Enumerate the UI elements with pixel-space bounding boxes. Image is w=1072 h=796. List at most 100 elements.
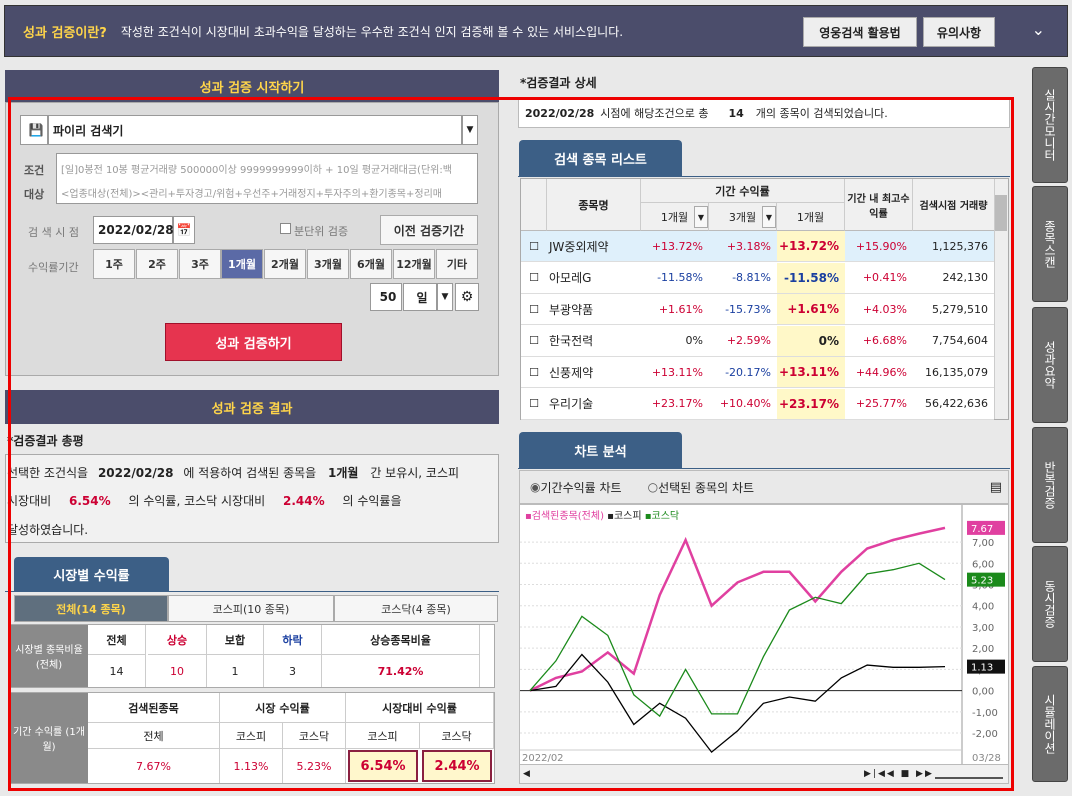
kosdaq-excess: 2.44% <box>283 494 325 508</box>
chart-options: ◉ 기간수익률 차트 ○ 선택된 종목의 차트 ▤ <box>519 470 1009 504</box>
row-checkbox[interactable]: ☐ <box>521 231 547 262</box>
run-verify-button[interactable]: 성과 검증하기 <box>165 323 342 361</box>
period-button-2[interactable]: 2주 <box>136 249 178 279</box>
y-tick-label: 2,00 <box>972 644 994 655</box>
side-tab-6[interactable]: 시뮬레이션 <box>1032 666 1068 782</box>
stock-return: -20.17% <box>709 357 777 388</box>
period-button-8[interactable]: 12개월 <box>393 249 435 279</box>
stock-return: +25.77% <box>845 388 913 420</box>
days-dropdown-icon[interactable]: ▼ <box>437 283 453 311</box>
summary-date: 2022/02/28 <box>97 466 174 480</box>
stock-name[interactable]: 신풍제약 <box>547 357 641 388</box>
side-tab-3[interactable]: 성과요약 <box>1032 307 1068 423</box>
row-checkbox[interactable]: ☐ <box>521 294 547 325</box>
subtab-all[interactable]: 전체(14 종목) <box>14 595 168 622</box>
guide-button[interactable]: 영웅검색 활용법 <box>803 17 917 47</box>
side-tab-1[interactable]: 실시간모니터 <box>1032 67 1068 183</box>
chart-menu-icon[interactable]: ▤ <box>990 480 1002 495</box>
stock-return: +13.11% <box>641 357 709 388</box>
ratio-value: 1 <box>207 655 264 687</box>
days-input[interactable]: 50 <box>370 283 402 311</box>
minute-checkbox[interactable] <box>280 223 291 234</box>
stock-return: +6.68% <box>845 325 913 357</box>
stock-return: +3.18% <box>709 231 777 262</box>
subtab-kosdaq[interactable]: 코스닥(4 종목) <box>334 595 498 622</box>
collapse-chevron-icon[interactable]: ⌄ <box>1032 20 1045 39</box>
stock-return: 0% <box>777 325 845 357</box>
period-button-6[interactable]: 3개월 <box>307 249 349 279</box>
row-checkbox[interactable]: ☐ <box>521 357 547 388</box>
stock-return: +4.03% <box>845 294 913 325</box>
side-tab-2[interactable]: 종목스캔 <box>1032 186 1068 302</box>
stock-name[interactable]: JW중외제약 <box>547 231 641 262</box>
header-period: 기간 수익률 <box>641 179 845 203</box>
row-checkbox[interactable]: ☐ <box>521 325 547 357</box>
search-select[interactable]: 파이리 검색기 <box>48 115 462 145</box>
list-tab[interactable]: 검색 종목 리스트 <box>519 140 682 176</box>
legend-marker: ▪ <box>525 511 532 522</box>
detail-text: 시점에 해당조건으로 총 <box>600 107 709 120</box>
header-sub: 1개월 <box>777 203 845 231</box>
side-tab-4[interactable]: 반복검증 <box>1032 427 1068 543</box>
return-value: 5.23% <box>283 749 346 783</box>
return-subhead: 코스닥 <box>420 723 494 749</box>
sort-dropdown-icon[interactable]: ▼ <box>694 206 708 228</box>
stock-return: -15.73% <box>709 294 777 325</box>
row-checkbox[interactable]: ☐ <box>521 262 547 294</box>
banner-description: 작성한 조건식이 시장대비 초과수익을 달성하는 우수한 조건식 인지 검증해 … <box>120 24 624 39</box>
stock-return: -11.58% <box>641 262 709 294</box>
stock-return: +15.90% <box>845 231 913 262</box>
side-tab-5[interactable]: 동시검증 <box>1032 546 1068 662</box>
header-volume: 검색시점 거래량 <box>913 179 994 231</box>
save-icon[interactable]: 💾 <box>20 115 48 145</box>
chart-tab[interactable]: 차트 분석 <box>519 432 682 468</box>
return-label: 기간 수익률 (1개월) <box>10 693 88 783</box>
stock-return: +44.96% <box>845 357 913 388</box>
summary-text: 에 적용하여 검색된 종목을 <box>183 466 317 480</box>
prev-period-button[interactable]: 이전 검증기간 <box>380 215 478 245</box>
period-button-1[interactable]: 1주 <box>93 249 135 279</box>
stock-name[interactable]: 아모레G <box>547 262 641 294</box>
ratio-head: 보합 <box>207 625 264 655</box>
market-tab[interactable]: 시장별 수익률 <box>14 557 169 591</box>
kospi-excess: 6.54% <box>69 494 111 508</box>
stock-return: +1.61% <box>777 294 845 325</box>
chart-scrollbar[interactable]: ◀ ▶|◀◀ ■ ▶▶ <box>519 764 1009 784</box>
summary-line-1: 선택한 조건식을 2022/02/28 에 적용하여 검색된 종목을 1개월 간… <box>7 464 459 481</box>
stock-volume: 242,130 <box>913 262 994 294</box>
radio-period-chart[interactable]: ◉ <box>530 480 540 494</box>
period-button-9[interactable]: 기타 <box>436 249 478 279</box>
header-max: 기간 내 최고수익률 <box>845 179 913 231</box>
search-dropdown-icon[interactable]: ▼ <box>462 115 478 145</box>
calendar-icon[interactable]: 📅 <box>173 216 195 244</box>
return-subhead: 코스닥 <box>283 723 346 749</box>
subtab-kospi[interactable]: 코스피(10 종목) <box>168 595 334 622</box>
stock-return: +13.11% <box>777 357 845 388</box>
playback-controls[interactable]: ▶|◀◀ ■ ▶▶ <box>864 769 934 779</box>
row-checkbox[interactable]: ☐ <box>521 388 547 420</box>
gear-icon[interactable]: ⚙ <box>455 283 479 311</box>
cond-label: 조건 <box>24 164 45 177</box>
sort-dropdown-icon[interactable]: ▼ <box>762 206 776 228</box>
scroll-left-icon[interactable]: ◀ <box>523 769 530 779</box>
ratio-head: 전체 <box>88 625 146 655</box>
zoom-slider[interactable] <box>935 769 1003 779</box>
period-button-4[interactable]: 1개월 <box>221 249 263 279</box>
radio-stock-chart[interactable]: ○ <box>648 480 658 494</box>
return-head: 검색된종목 <box>88 693 220 723</box>
period-button-3[interactable]: 3주 <box>179 249 221 279</box>
stock-name[interactable]: 부광약품 <box>547 294 641 325</box>
stock-name[interactable]: 한국전력 <box>547 325 641 357</box>
stock-return: +13.72% <box>777 231 845 262</box>
period-button-7[interactable]: 6개월 <box>350 249 392 279</box>
stock-return: -8.81% <box>709 262 777 294</box>
stock-name[interactable]: 우리기술 <box>547 388 641 420</box>
summary-text: 간 보유시, 코스피 <box>370 466 460 480</box>
days-unit[interactable]: 일 <box>403 283 437 311</box>
list-scroll-thumb[interactable] <box>995 195 1007 231</box>
stock-volume: 7,754,604 <box>913 325 994 357</box>
notice-button[interactable]: 유의사항 <box>923 17 995 47</box>
date-input[interactable]: 2022/02/28 <box>93 216 174 244</box>
stock-return: +1.61% <box>641 294 709 325</box>
period-button-5[interactable]: 2개월 <box>264 249 306 279</box>
